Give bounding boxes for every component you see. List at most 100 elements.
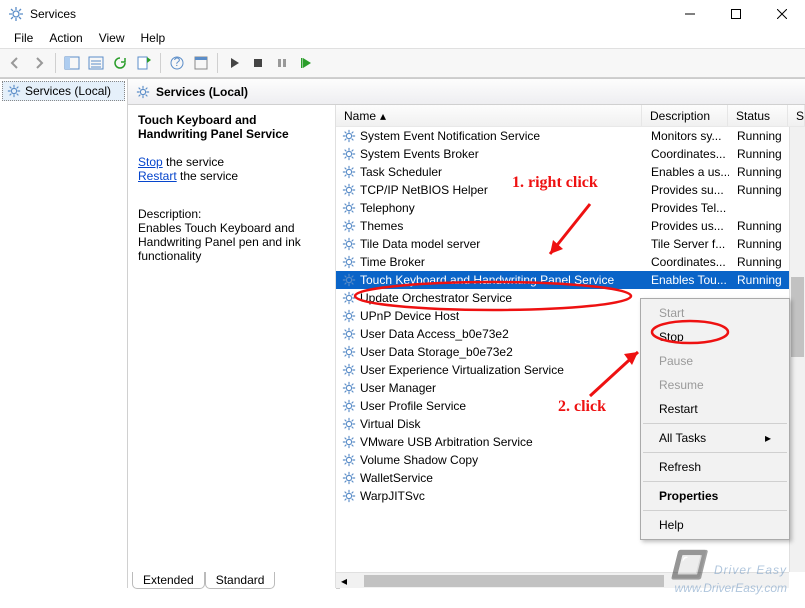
ctx-properties[interactable]: Properties	[643, 484, 787, 508]
service-name: WalletService	[360, 471, 433, 485]
title-bar: Services	[0, 0, 805, 28]
ctx-restart[interactable]: Restart	[643, 397, 787, 421]
service-status: Running	[729, 163, 789, 181]
gear-icon	[342, 471, 356, 485]
col-name[interactable]: Name▴	[336, 105, 642, 126]
service-status: Running	[729, 217, 789, 235]
col-status[interactable]: Status	[728, 105, 788, 126]
annotation-ellipse-2	[646, 318, 736, 348]
menu-file[interactable]: File	[6, 29, 41, 47]
back-button[interactable]	[4, 52, 26, 74]
menu-help[interactable]: Help	[133, 29, 174, 47]
service-name: Virtual Disk	[360, 417, 420, 431]
detail-pane: Touch Keyboard and Handwriting Panel Ser…	[128, 105, 336, 588]
service-row[interactable]: System Events Broker Coordinates...Runnin…	[336, 145, 805, 163]
tree-root-services-local[interactable]: Services (Local)	[2, 81, 125, 101]
ctx-all-tasks[interactable]: All Tasks▸	[643, 426, 787, 450]
service-status	[729, 199, 789, 217]
service-name: Task Scheduler	[360, 165, 442, 179]
service-name: System Event Notification Service	[360, 129, 540, 143]
service-status: Running	[729, 145, 789, 163]
service-row[interactable]: System Event Notification Service Monitor…	[336, 127, 805, 145]
start-service-button[interactable]	[223, 52, 245, 74]
minimize-button[interactable]	[667, 0, 713, 28]
gear-icon	[342, 165, 356, 179]
service-name: User Experience Virtualization Service	[360, 363, 564, 377]
restart-service-link[interactable]: Restart	[138, 169, 177, 183]
menu-bar: File Action View Help	[0, 28, 805, 48]
gear-icon	[7, 84, 21, 98]
col-startup[interactable]: S	[788, 105, 805, 126]
description-label: Description:	[138, 207, 325, 221]
properties-button[interactable]	[190, 52, 212, 74]
gear-icon	[342, 255, 356, 269]
service-status: Running	[729, 253, 789, 271]
close-button[interactable]	[759, 0, 805, 28]
ctx-refresh[interactable]: Refresh	[643, 455, 787, 479]
gear-icon	[342, 363, 356, 377]
horizontal-scrollbar[interactable]: ◂	[336, 572, 789, 588]
service-name: User Data Access_b0e73e2	[360, 327, 509, 341]
ctx-help[interactable]: Help	[643, 513, 787, 537]
gear-icon	[342, 345, 356, 359]
gear-icon	[342, 453, 356, 467]
service-description: Provides su...	[643, 181, 729, 199]
stop-service-button[interactable]	[247, 52, 269, 74]
gear-icon	[136, 85, 150, 99]
content-header: Services (Local)	[128, 79, 805, 105]
tab-standard[interactable]: Standard	[205, 572, 276, 589]
service-description: Tile Server f...	[643, 235, 729, 253]
service-name: Themes	[360, 219, 403, 233]
forward-button[interactable]	[28, 52, 50, 74]
gear-icon	[342, 201, 356, 215]
service-description: Provides us...	[643, 217, 729, 235]
service-status: Running	[729, 271, 789, 289]
service-name: User Data Storage_b0e73e2	[360, 345, 513, 359]
window-title: Services	[30, 7, 667, 21]
gear-icon	[342, 183, 356, 197]
annotation-step1: 1. right click	[512, 174, 598, 192]
service-description: Monitors sy...	[643, 127, 729, 145]
menu-action[interactable]: Action	[41, 29, 90, 47]
maximize-button[interactable]	[713, 0, 759, 28]
tab-extended[interactable]: Extended	[132, 572, 205, 589]
service-name: System Events Broker	[360, 147, 479, 161]
gear-icon	[342, 489, 356, 503]
service-name: TCP/IP NetBIOS Helper	[360, 183, 488, 197]
service-name: User Profile Service	[360, 399, 466, 413]
refresh-button[interactable]	[109, 52, 131, 74]
selected-service-title: Touch Keyboard and Handwriting Panel Ser…	[138, 113, 325, 141]
stop-service-link[interactable]: Stop	[138, 155, 163, 169]
gear-icon	[342, 129, 356, 143]
annotation-ellipse-1	[348, 278, 638, 314]
column-headers: Name▴ Description Status S	[336, 105, 805, 127]
service-name: WarpJITSvc	[360, 489, 425, 503]
menu-view[interactable]: View	[91, 29, 133, 47]
restart-service-button[interactable]	[295, 52, 317, 74]
services-app-icon	[8, 6, 24, 22]
service-description: Coordinates...	[643, 145, 729, 163]
vertical-scrollbar[interactable]	[789, 127, 805, 572]
gear-icon	[342, 327, 356, 341]
service-status: Running	[729, 127, 789, 145]
col-description[interactable]: Description	[642, 105, 728, 126]
gear-icon	[342, 219, 356, 233]
gear-icon	[342, 237, 356, 251]
svg-text:?: ?	[174, 55, 181, 69]
service-description: Provides Tel...	[643, 199, 729, 217]
gear-icon	[342, 381, 356, 395]
service-name: Tile Data model server	[360, 237, 480, 251]
show-hide-tree-button[interactable]	[61, 52, 83, 74]
ctx-pause: Pause	[643, 349, 787, 373]
gear-icon	[342, 147, 356, 161]
service-description: Enables Tou...	[643, 271, 729, 289]
annotation-arrow-2	[580, 338, 660, 408]
service-name: VMware USB Arbitration Service	[360, 435, 533, 449]
description-text: Enables Touch Keyboard and Handwriting P…	[138, 221, 325, 263]
annotation-arrow-1	[538, 196, 618, 276]
service-description: Enables a us...	[643, 163, 729, 181]
help-button[interactable]: ?	[166, 52, 188, 74]
export-button[interactable]	[133, 52, 155, 74]
export-list-button[interactable]	[85, 52, 107, 74]
pause-service-button[interactable]	[271, 52, 293, 74]
